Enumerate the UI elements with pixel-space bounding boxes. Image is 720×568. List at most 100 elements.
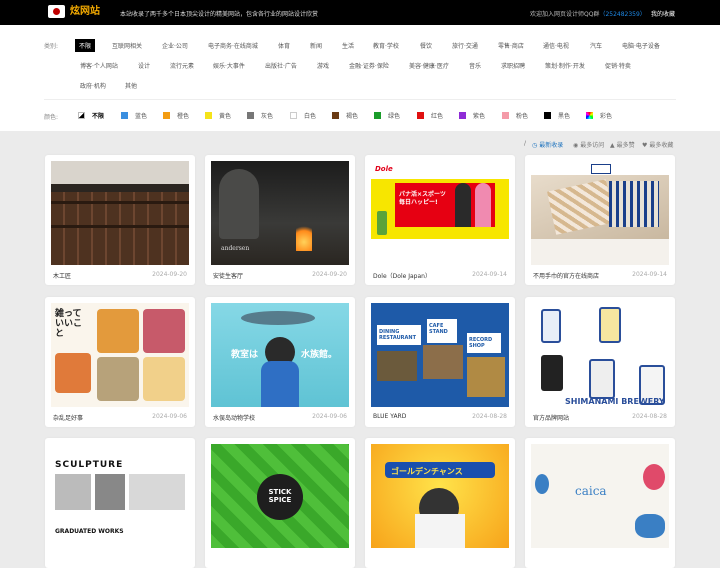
color-multi[interactable]: 彩色 [586,111,612,120]
color-label: 颜色: [44,114,59,121]
category-travel[interactable]: 旅行·交通 [452,41,478,50]
color-green[interactable]: 绿色 [374,111,400,120]
join-text: 欢迎加入网页设计师QQ群 [530,11,600,18]
color-blue-label: 蓝色 [135,113,148,120]
site-title[interactable]: 官方品牌网站 [533,413,569,422]
site-thumbnail[interactable]: andersen [211,161,349,265]
color-gray[interactable]: 灰色 [247,111,273,120]
sort-most-visited[interactable]: ◉ 最多访问 [573,140,604,149]
site-card[interactable]: SCULPTURE GRADUATED WORKS [45,438,195,568]
qq-number: （252482359） [599,11,646,18]
site-card[interactable]: caica [525,438,675,568]
category-sports[interactable]: 体育 [278,41,290,50]
color-white[interactable]: 白色 [290,111,316,120]
category-internet[interactable]: 互联网相关 [112,41,142,50]
category-ecommerce[interactable]: 电子商务·在线商城 [208,41,258,50]
category-other[interactable]: 其他 [125,81,137,90]
color-pink[interactable]: 粉色 [502,111,528,120]
category-production[interactable]: 策划·制作·开发 [545,61,585,70]
top-bar: 炫网站 本站收录了两千多个日本顶尖设计的精美网站，包含各行业的网站设计欣赏 欢迎… [0,0,720,25]
site-title[interactable]: 木工匠 [53,271,71,280]
site-thumbnail[interactable]: STICK SPICE [211,444,349,548]
category-education[interactable]: 教育·学校 [373,41,399,50]
site-title[interactable]: BLUE YARD [373,413,406,420]
site-card[interactable]: SHIMANAMI BREWERY 官方品牌网站 2024-08-28 [525,297,675,427]
site-thumbnail[interactable]: SCULPTURE GRADUATED WORKS [51,444,189,548]
sort-most-favorited[interactable]: ♥ 最多收藏 [642,140,673,149]
site-logo[interactable]: 炫网站 [48,5,100,18]
site-thumbnail[interactable]: SHIMANAMI BREWERY [531,303,669,407]
site-thumbnail[interactable]: ゴールデンチャンス [371,444,509,548]
category-food[interactable]: 餐饮 [420,41,432,50]
site-thumbnail[interactable] [531,161,669,265]
site-thumbnail[interactable]: Dole パナ活×スポーツ 毎日ハッピー! [371,161,509,265]
category-all[interactable]: 不限 [75,39,96,52]
filter-divider [44,99,676,100]
color-brown[interactable]: 褐色 [332,111,358,120]
site-title[interactable]: 水俣岛动物学校 [213,413,255,422]
category-life[interactable]: 生活 [342,41,354,50]
site-card[interactable]: Dole パナ活×スポーツ 毎日ハッピー! Dole（Dole Japan） 2… [365,155,515,285]
color-orange-label: 橙色 [177,113,190,120]
category-beauty[interactable]: 美容·健康·医疗 [409,61,449,70]
category-game[interactable]: 游戏 [317,61,329,70]
dole-logo-text: Dole [375,165,393,173]
site-thumbnail[interactable]: DINING RESTAURANT CAFE STAND RECORD SHOP [371,303,509,407]
site-card[interactable]: 雑って いいこと 杂乱足好事 2024-09-06 [45,297,195,427]
category-electronics[interactable]: 电脑·电子设备 [622,41,660,50]
site-card[interactable]: 不用手巾的官方在线商店 2024-09-14 [525,155,675,285]
site-card[interactable]: 木工匠 2024-09-20 [45,155,195,285]
thumb-icon: ▲ [610,142,615,149]
category-government[interactable]: 政府·机构 [80,81,106,90]
site-card[interactable]: ゴールデンチャンス [365,438,515,568]
category-finance[interactable]: 金融·证券·保险 [349,61,389,70]
eye-icon: ◉ [573,142,579,149]
color-all-swatch-icon [78,112,85,119]
site-card[interactable]: andersen 安徒生客厅 2024-09-20 [205,155,355,285]
category-publishing[interactable]: 出版社·广告 [265,61,297,70]
join-qq-group-link[interactable]: 欢迎加入网页设计师QQ群（252482359） [530,9,646,18]
color-all-label: 不限 [92,113,105,120]
color-all[interactable]: 不限 [78,111,104,120]
site-thumbnail[interactable]: 教室は 水族館。 [211,303,349,407]
color-green-swatch [374,112,381,119]
heart-icon: ♥ [642,142,648,149]
site-card[interactable]: STICK SPICE [205,438,355,568]
category-blog[interactable]: 博客·个人网站 [80,61,118,70]
site-thumbnail[interactable]: caica [531,444,669,548]
site-card[interactable]: DINING RESTAURANT CAFE STAND RECORD SHOP… [365,297,515,427]
site-card[interactable]: 教室は 水族館。 水俣岛动物学校 2024-09-06 [205,297,355,427]
category-entertainment[interactable]: 娱乐·大事件 [213,61,245,70]
color-red[interactable]: 红色 [417,111,443,120]
site-title[interactable]: 不用手巾的官方在线商店 [533,271,599,280]
color-blue-swatch [121,112,128,119]
site-date: 2024-09-14 [632,271,667,278]
category-music[interactable]: 音乐 [469,61,481,70]
category-auto[interactable]: 汽车 [590,41,602,50]
category-news[interactable]: 新闻 [310,41,322,50]
site-title[interactable]: 杂乱足好事 [53,413,83,422]
site-title[interactable]: Dole（Dole Japan） [373,271,431,280]
site-title[interactable]: 安徒生客厅 [213,271,243,280]
color-yellow[interactable]: 黄色 [205,111,231,120]
sort-newest[interactable]: ◷ 最新收录 [532,140,563,149]
site-thumbnail[interactable]: 雑って いいこと [51,303,189,407]
category-label: 类别: [44,43,59,50]
category-trend[interactable]: 流行元素 [170,61,194,70]
color-purple[interactable]: 紫色 [459,111,485,120]
sort-most-favorited-label: 最多收藏 [649,142,674,149]
category-jobs[interactable]: 求职招聘 [501,61,525,70]
color-black[interactable]: 黑色 [544,111,570,120]
category-telecom[interactable]: 通信·电视 [543,41,569,50]
category-sale[interactable]: 促销·特卖 [605,61,631,70]
my-favorites-link[interactable]: 我的收藏 [651,9,675,18]
color-pink-label: 粉色 [516,113,529,120]
category-design[interactable]: 设计 [138,61,150,70]
category-retail[interactable]: 零售·商店 [498,41,524,50]
sort-most-liked[interactable]: ▲ 最多赞 [610,140,635,149]
site-date: 2024-09-06 [312,413,347,420]
color-orange[interactable]: 橙色 [163,111,189,120]
site-thumbnail[interactable] [51,161,189,265]
color-blue[interactable]: 蓝色 [121,111,147,120]
category-company[interactable]: 企业·公司 [162,41,188,50]
